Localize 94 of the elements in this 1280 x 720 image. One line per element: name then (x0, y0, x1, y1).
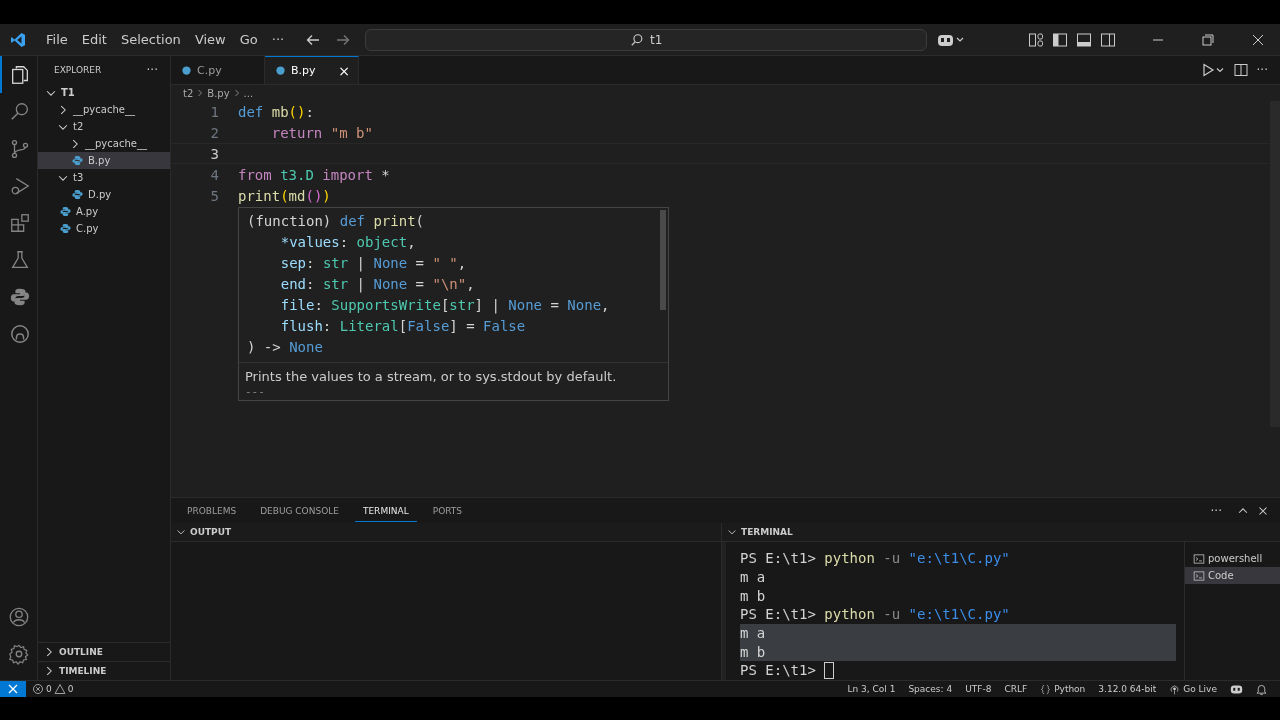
terminal-line: m a (740, 569, 766, 586)
python-file-icon (60, 206, 71, 217)
split-layout-icon[interactable] (1100, 31, 1116, 48)
terminal-list-item[interactable]: powershell (1185, 550, 1280, 567)
signature-line: ) -> None (247, 339, 323, 355)
tree-item[interactable]: A.py (38, 203, 170, 220)
terminal-icon (1193, 552, 1205, 565)
more-actions-button[interactable]: ··· (1256, 63, 1268, 77)
menu-item[interactable]: View (187, 32, 233, 47)
terminal-line: m a (740, 625, 766, 642)
file-icon (181, 65, 192, 76)
remote-icon[interactable] (0, 681, 26, 697)
warning-icon (53, 683, 66, 695)
python-file-icon (72, 189, 83, 200)
python-file-icon (72, 155, 83, 166)
more-actions-button[interactable]: ··· (146, 63, 158, 77)
code-line: return "m b" (270, 123, 373, 142)
menu-item[interactable]: ··· (264, 32, 292, 47)
signature-line: flush: Literal[False] = False (279, 318, 526, 334)
signature-line: (function) def print( (247, 213, 425, 229)
split-editor-icon[interactable] (1232, 62, 1249, 78)
menu-item[interactable]: Edit (74, 32, 114, 47)
tree-item[interactable]: t2 (38, 118, 170, 135)
breadcrumb-item[interactable]: t2 (183, 87, 194, 99)
terminal-line: m b (740, 587, 766, 604)
line-number: 2 (209, 124, 219, 141)
python-file-icon (60, 223, 71, 234)
search-field[interactable]: t1 (365, 28, 928, 51)
terminal-line: m b (740, 643, 766, 660)
tree-item[interactable]: __pycache__ (38, 135, 170, 152)
chevron-right-icon (197, 89, 204, 97)
error-icon (32, 683, 44, 695)
line-number: 4 (209, 166, 219, 183)
sidebar-toggle-icon[interactable] (1052, 31, 1068, 48)
extensions-icon[interactable] (8, 211, 31, 234)
status-item[interactable]: Python (1040, 683, 1086, 695)
terminal-line: PS E:\t1> (740, 662, 817, 679)
code-line: from t3.D import * (238, 165, 390, 184)
separator-text: --- (244, 386, 266, 400)
status-item[interactable]: Spaces: 4 (908, 684, 953, 694)
breadcrumb-item[interactable]: ... (243, 87, 254, 99)
tree-item[interactable]: B.py (38, 152, 170, 169)
breadcrumb-item[interactable]: B.py (207, 87, 230, 99)
status-item[interactable]: UTF-8 (965, 684, 992, 694)
problems-status[interactable]: 0 0 (32, 683, 74, 695)
search-icon (630, 32, 644, 47)
run-icon[interactable] (1200, 62, 1225, 78)
status-item[interactable]: 3.12.0 64-bit (1098, 684, 1157, 694)
menu-item[interactable]: File (39, 32, 75, 47)
chevron-right-icon (233, 89, 240, 97)
line-number: 3 (209, 145, 219, 162)
braces-icon (1040, 683, 1052, 695)
tree-item[interactable]: T1 (38, 84, 170, 101)
account-icon[interactable] (7, 606, 30, 628)
signature-line: file: SupportsWrite[str] | None = None, (279, 297, 610, 313)
section-header[interactable]: OUTLINE (38, 642, 170, 661)
doc-text: Prints the values to a stream, or to sys.stdout by default. (239, 362, 668, 386)
settings-icon[interactable] (7, 643, 30, 665)
panel-tab[interactable]: DEBUG CONSOLE (252, 499, 347, 522)
file-icon (275, 65, 286, 76)
tree-item[interactable]: C.py (38, 220, 170, 237)
status-item[interactable]: CRLF (1004, 684, 1028, 694)
editor-tab[interactable]: B.py × (265, 56, 359, 84)
terminal-list-item[interactable]: Code (1185, 567, 1280, 584)
line-number: 5 (209, 187, 219, 204)
panel-tab[interactable]: PORTS (424, 499, 471, 522)
signature-line: sep: str | None = " ", (279, 255, 467, 271)
line-number: 1 (209, 103, 219, 120)
code-line: print(md()) (238, 186, 331, 205)
signature-line: end: str | None = "\n", (279, 276, 475, 292)
robot-icon[interactable] (1230, 682, 1243, 696)
panel-toggle-icon[interactable] (1076, 31, 1092, 48)
more-actions-button[interactable]: ··· (1210, 503, 1222, 518)
restore-icon[interactable] (1200, 31, 1216, 48)
status-item[interactable]: Go Live (1169, 683, 1217, 695)
panel-tab[interactable]: TERMINAL (354, 499, 417, 522)
terminal-line: PS E:\t1> python -u "e:\t1\C.py" (740, 550, 1010, 567)
scrollbar[interactable] (660, 210, 666, 310)
sidebar-title: EXPLORER (54, 65, 102, 75)
app-logo-icon (10, 31, 26, 48)
layout-icon[interactable] (1028, 31, 1044, 48)
broadcast-icon (1169, 683, 1181, 695)
tree-item[interactable]: __pycache__ (38, 101, 170, 118)
bell-icon[interactable] (1255, 682, 1268, 696)
status-item[interactable]: Ln 3, Col 1 (847, 684, 896, 694)
tree-item[interactable]: t3 (38, 169, 170, 186)
signature-line: *values: object, (279, 234, 416, 250)
menu-item[interactable]: Selection (113, 32, 188, 47)
tree-item[interactable]: D.py (38, 186, 170, 203)
terminal-icon (1193, 569, 1205, 582)
panel-tab[interactable]: PROBLEMS (179, 499, 245, 522)
menu-item[interactable]: Go (232, 32, 265, 47)
code-line: def mb(): (238, 102, 314, 121)
terminal-line: PS E:\t1> python -u "e:\t1\C.py" (740, 606, 1010, 623)
